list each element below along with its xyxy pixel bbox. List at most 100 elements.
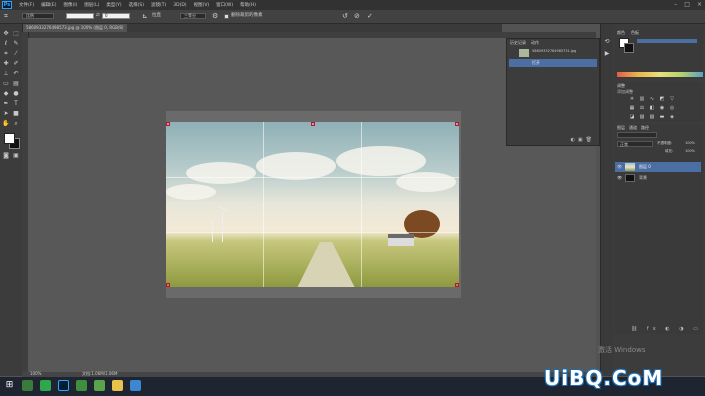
zoom-level[interactable]: 100% xyxy=(30,371,41,376)
app-icon-1[interactable] xyxy=(22,380,33,391)
app-icon-7[interactable] xyxy=(130,380,141,391)
menu-3d[interactable]: 3D(D) xyxy=(173,3,186,8)
gradient-map-icon[interactable]: ▬ xyxy=(659,114,665,120)
curves-icon[interactable]: ∿ xyxy=(649,96,655,102)
folder-icon[interactable] xyxy=(112,380,123,391)
photoshop-task-icon[interactable] xyxy=(58,380,69,391)
crop-handle-top-left[interactable] xyxy=(166,122,170,126)
screen-mode-icon[interactable]: ▣ xyxy=(12,152,20,160)
tab-layers[interactable]: 图层 xyxy=(617,125,625,131)
lasso-icon[interactable]: ℓ xyxy=(2,40,10,48)
app-icon-2[interactable] xyxy=(40,380,51,391)
crop-tool-icon[interactable]: ⌗ xyxy=(4,12,8,20)
healing-icon[interactable]: ✚ xyxy=(2,60,10,68)
tab-actions[interactable]: 动作 xyxy=(531,40,539,46)
menu-layer[interactable]: 图层(L) xyxy=(84,2,99,8)
document-tab[interactable]: 5860933276498573.jpg @ 100% (图层 0, RGB/8… xyxy=(22,24,128,32)
straighten-label[interactable]: 拉直 xyxy=(152,12,161,20)
quick-select-icon[interactable]: ✎ xyxy=(12,40,20,48)
blur-icon[interactable]: ◆ xyxy=(2,90,10,98)
layer-row-1[interactable]: 👁 背景 xyxy=(615,173,701,183)
crop-handle-top[interactable] xyxy=(311,122,315,126)
crop-artboard[interactable] xyxy=(166,111,461,298)
layer-actions-icons[interactable]: ⛓ fx ◐ ◑ ▭ ▣ 🗑 xyxy=(631,326,705,332)
tab-channels[interactable]: 通道 xyxy=(629,125,637,131)
history-step[interactable]: 打开 xyxy=(509,59,597,67)
color-slider[interactable] xyxy=(637,39,697,43)
menu-select[interactable]: 选择(S) xyxy=(129,2,144,8)
vibrance-icon[interactable]: ▽ xyxy=(669,96,675,102)
quick-mask-icon[interactable]: ◙ xyxy=(2,152,10,160)
stamp-icon[interactable]: ⊥ xyxy=(2,70,10,78)
opacity-value[interactable]: 100% xyxy=(685,141,695,145)
balance-icon[interactable]: ⚖ xyxy=(639,105,645,111)
menu-type[interactable]: 类型(Y) xyxy=(106,2,121,8)
menu-edit[interactable]: 编辑(E) xyxy=(41,2,56,8)
menu-file[interactable]: 文件(F) xyxy=(19,2,34,8)
history-actions-icons[interactable]: ◐▣🗑 xyxy=(571,137,595,143)
tab-color[interactable]: 颜色 xyxy=(617,30,625,36)
close-button[interactable]: × xyxy=(697,1,702,9)
maximize-button[interactable]: □ xyxy=(684,1,690,9)
tab-paths[interactable]: 路径 xyxy=(641,125,649,131)
layer-filter-dropdown[interactable] xyxy=(617,132,657,138)
levels-icon[interactable]: ▥ xyxy=(639,96,645,102)
threshold-icon[interactable]: ▧ xyxy=(649,114,655,120)
menu-filter[interactable]: 滤镜(T) xyxy=(151,2,166,8)
hue-icon[interactable]: ▦ xyxy=(629,105,635,111)
commit-icon[interactable]: ✓ xyxy=(367,12,373,20)
menu-view[interactable]: 视图(V) xyxy=(194,2,210,8)
path-select-icon[interactable]: ➤ xyxy=(2,110,10,118)
brush-icon[interactable]: ✐ xyxy=(12,60,20,68)
hand-icon[interactable]: ✋ xyxy=(2,120,10,128)
fill-value[interactable]: 100% xyxy=(685,149,695,153)
foreground-color-swatch[interactable] xyxy=(4,133,15,144)
exposure-icon[interactable]: ◩ xyxy=(659,96,665,102)
delete-cropped-checkbox[interactable] xyxy=(224,14,229,19)
eyedropper-icon[interactable]: ⁄ xyxy=(12,50,20,58)
brightness-icon[interactable]: ☀ xyxy=(629,96,635,102)
blend-mode-dropdown[interactable]: 正常 xyxy=(617,141,653,147)
bw-icon[interactable]: ◧ xyxy=(649,105,655,111)
invert-icon[interactable]: ◪ xyxy=(629,114,635,120)
minimize-button[interactable]: – xyxy=(674,1,677,9)
history-brush-icon[interactable]: ↶ xyxy=(12,70,20,78)
crop-handle-bottom-right[interactable] xyxy=(455,283,459,287)
crop-handle-top-right[interactable] xyxy=(455,122,459,126)
tab-swatches[interactable]: 色板 xyxy=(631,30,639,36)
swap-icon[interactable]: ⇄ xyxy=(96,12,100,20)
gradient-icon[interactable]: ▤ xyxy=(12,80,20,88)
eraser-icon[interactable]: ▭ xyxy=(2,80,10,88)
crop-icon[interactable]: ⌗ xyxy=(2,50,10,58)
history-snapshot[interactable]: 58609332764985731.jpg xyxy=(509,48,597,58)
dock-actions-icon[interactable]: ▶ xyxy=(603,50,611,58)
menu-help[interactable]: 帮助(H) xyxy=(240,2,256,8)
ratio-height-input[interactable]: 0 xyxy=(102,13,130,19)
shape-icon[interactable]: ■ xyxy=(12,110,20,118)
photo-filter-icon[interactable]: ◉ xyxy=(659,105,665,111)
ratio-preset-dropdown[interactable]: 比例 xyxy=(22,13,54,19)
gear-icon[interactable]: ⚙ xyxy=(212,12,218,20)
crop-handle-bottom-left[interactable] xyxy=(166,283,170,287)
selective-color-icon[interactable]: ◈ xyxy=(669,114,675,120)
color-spectrum[interactable] xyxy=(617,72,703,77)
move-icon[interactable]: ✥ xyxy=(2,30,10,38)
posterize-icon[interactable]: ▨ xyxy=(639,114,645,120)
eye-icon[interactable]: 👁 xyxy=(617,162,622,172)
menu-image[interactable]: 图像(I) xyxy=(63,2,77,8)
color-bg-swatch[interactable] xyxy=(624,43,634,53)
layer-row-0[interactable]: 👁 图层 0 xyxy=(615,162,701,172)
type-icon[interactable]: T xyxy=(12,100,20,108)
cancel-icon[interactable]: ⊘ xyxy=(354,12,360,20)
marquee-icon[interactable]: ⬚ xyxy=(12,30,20,38)
overlay-view-dropdown[interactable]: 三等分 xyxy=(180,13,206,19)
ratio-width-input[interactable] xyxy=(66,13,94,19)
dodge-icon[interactable]: ● xyxy=(12,90,20,98)
app-icon-5[interactable] xyxy=(94,380,105,391)
wechat-icon[interactable] xyxy=(76,380,87,391)
menu-window[interactable]: 窗口(W) xyxy=(216,2,233,8)
dock-history-icon[interactable]: ⟲ xyxy=(603,38,611,46)
tab-history[interactable]: 历史记录 xyxy=(510,40,526,46)
straighten-icon[interactable]: ⊾ xyxy=(142,12,148,20)
eye-icon[interactable]: 👁 xyxy=(617,173,622,183)
